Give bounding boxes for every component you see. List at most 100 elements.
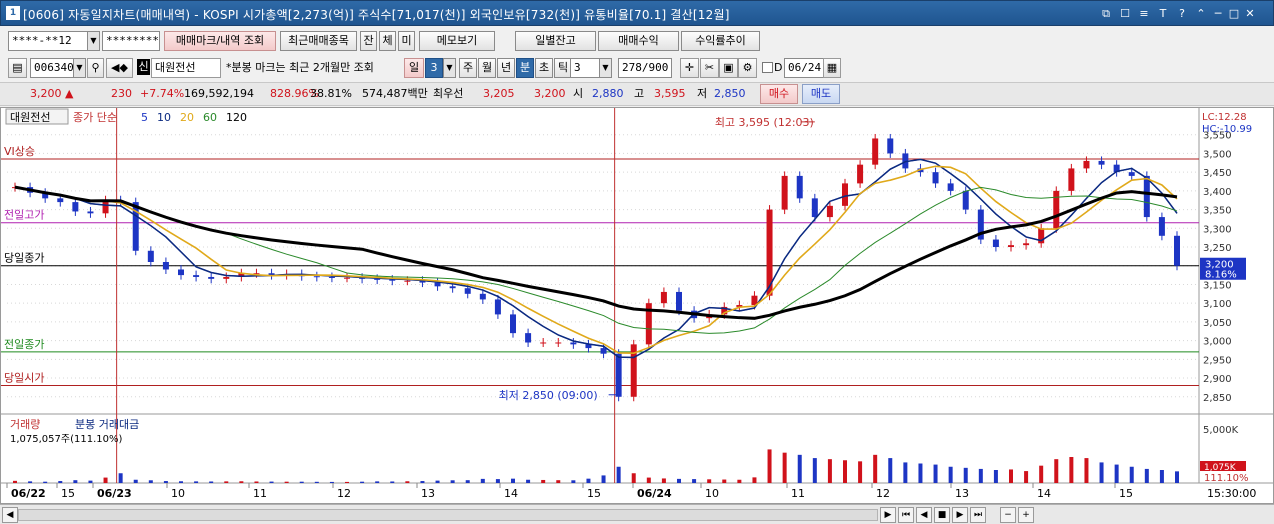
scroll-right-icon[interactable]: ▶ [880,507,896,523]
buy-button[interactable]: 매수 [760,84,798,104]
pin-icon[interactable]: ⌃ [1194,7,1208,20]
close-icon[interactable]: ✕ [1243,7,1257,20]
interval-input[interactable]: 3 [570,58,600,78]
count-field[interactable]: 278/900 [618,58,672,78]
tab-3[interactable]: 분 [516,58,534,78]
search-icon[interactable]: ⚲ [87,58,104,78]
volume-bar [28,481,33,483]
menu-icon[interactable]: ≡ [1137,7,1151,20]
memo-button[interactable]: 메모보기 [419,31,495,51]
date-input[interactable]: 06/24 [784,58,824,78]
x-tick-label: 06/24 [637,487,672,500]
volume-bar [13,480,17,483]
ma-period-label: 60 [203,111,217,124]
tab-4[interactable]: 초 [535,58,553,78]
quote-bar: 3,200 ▲ 230 +7.74% 169,592,194 828.96% 3… [0,82,1274,106]
account-dropdown[interactable]: ▼ [87,31,100,51]
volume-bar [827,459,832,483]
candle-body [555,342,562,344]
recent-trade-button[interactable]: 최근매매종목 [280,31,357,51]
stop-icon[interactable]: ■ [934,507,950,523]
low-label: 저 [697,87,708,100]
volume-bar [299,481,304,483]
date-checkbox[interactable] [762,62,773,73]
volume-bar [1175,471,1179,483]
volume-bar [812,458,817,483]
volume-bar [118,473,123,483]
daily-balance-button[interactable]: 일별잔고 [515,31,596,51]
save-icon[interactable]: ▣ [719,58,738,78]
candle-body [494,299,501,315]
settings-icon[interactable]: ⚙ [738,58,757,78]
candle-body [1098,160,1105,165]
period-value[interactable]: 3 [425,58,443,78]
annotation-label: 최저 2,850 (09:00) [499,389,598,402]
volume-bar [556,480,561,483]
crosshair-icon[interactable]: ✛ [680,58,699,78]
chart-panel[interactable]: 2,8502,9002,9503,0003,0503,1003,1503,200… [0,107,1274,504]
sell-button[interactable]: 매도 [802,84,840,104]
volume-bar [1099,462,1104,483]
stock-code-dropdown[interactable]: ▼ [73,58,86,78]
candle-body [208,276,215,279]
period-dropdown[interactable]: ▼ [443,58,456,78]
footer-bar: ◀ ▶ ⏮ ◀ ■ ▶ ⏭ − + [0,504,1274,524]
candle-body [992,239,999,248]
window-title: [0606] 자동일지차트(매매내역) - KOSPI 시가총액[2,273(억… [23,8,730,22]
balance-button[interactable]: 잔 [360,31,377,51]
candle-body [57,198,64,203]
volume-bar [269,481,274,483]
x-tick-label: 15 [1119,487,1133,500]
volume-bar [1084,458,1089,483]
filled-button[interactable]: 체 [379,31,396,51]
x-tick-label: 12 [337,487,351,500]
password-input[interactable]: ********* [102,31,160,51]
volume-bar [797,454,802,483]
speaker-icon[interactable]: ◀◆ [106,58,133,78]
first-icon[interactable]: ⏮ [898,507,914,523]
tab-1[interactable]: 월 [478,58,496,78]
open-label: 시 [573,87,584,100]
horizontal-scrollbar[interactable] [18,509,878,521]
trade-profit-button[interactable]: 매매수익 [598,31,679,51]
minimize-icon[interactable]: ─ [1211,7,1225,20]
candle-body [344,277,350,279]
candle-body [947,183,954,191]
help-icon[interactable]: ? [1175,7,1189,20]
candle-body [510,314,516,334]
tool-icon[interactable]: ✂ [700,58,719,78]
period-day-button[interactable]: 일 [404,58,424,78]
volume-bar [209,481,214,483]
x-tick-label: 11 [791,487,805,500]
trade-mark-button[interactable]: 매매마크/내역 조회 [164,31,276,51]
hc-label: HC:-10.99 [1202,124,1252,135]
candle-body [932,172,939,184]
stock-code-input[interactable]: 006340 [30,58,74,78]
tab-2[interactable]: 년 [497,58,515,78]
zoom-out-icon[interactable]: − [1000,507,1016,523]
restore-icon[interactable]: ⧉ [1099,7,1113,20]
play-icon[interactable]: ▶ [952,507,968,523]
maximize-icon[interactable]: □ [1227,7,1241,20]
price-volume-chart[interactable]: 2,8502,9002,9503,0003,0503,1003,1503,200… [1,108,1273,503]
return-trend-button[interactable]: 수익률추이 [681,31,760,51]
font-icon[interactable]: T [1156,7,1170,20]
volume-pct-label: 111.10% [1204,473,1249,484]
account-input[interactable]: ****-**12 [8,31,88,51]
volume-current-label: 1,075K [1204,463,1237,473]
volume-bar [692,479,697,483]
chart-type-icon[interactable]: ▤ [8,58,27,78]
unfilled-button[interactable]: 미 [398,31,415,51]
y-tick-label: 3,500 [1203,149,1232,160]
zoom-in-icon[interactable]: + [1018,507,1034,523]
last-icon[interactable]: ⏭ [970,507,986,523]
volume-bar [194,481,199,483]
candle-body [676,291,682,311]
prev-icon[interactable]: ◀ [916,507,932,523]
interval-dropdown[interactable]: ▼ [599,58,612,78]
scroll-left-icon[interactable]: ◀ [2,507,18,523]
calendar-icon[interactable]: ▦ [823,58,841,78]
volume-bar [58,481,63,483]
tile-icon[interactable]: ☐ [1118,7,1132,20]
tab-0[interactable]: 주 [459,58,477,78]
